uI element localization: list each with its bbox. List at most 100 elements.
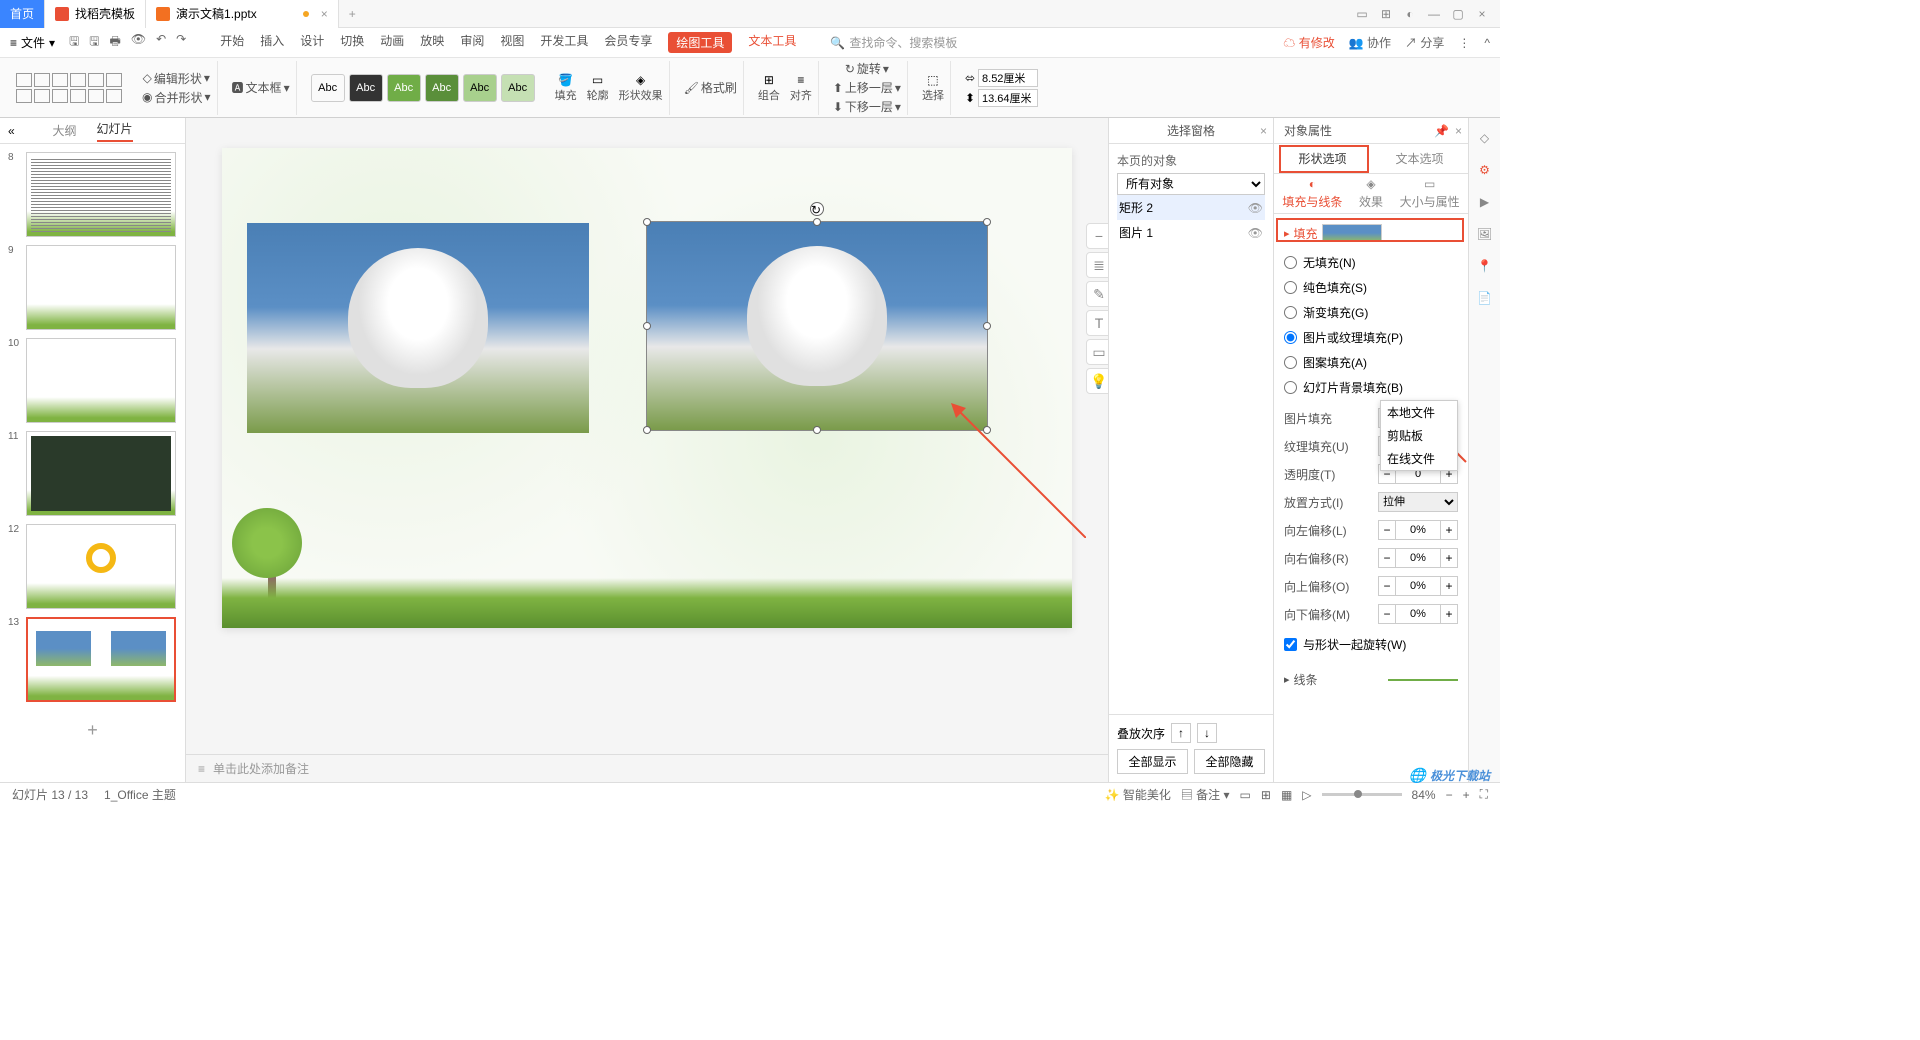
zoom-slider[interactable]: [1322, 793, 1402, 796]
thumb-10[interactable]: 10: [10, 338, 175, 423]
tab-draw-tool[interactable]: 绘图工具: [668, 32, 732, 53]
collapse-icon[interactable]: ^: [1484, 36, 1490, 50]
redo-icon[interactable]: ↷: [176, 32, 186, 53]
handle-s[interactable]: [813, 426, 821, 434]
close-icon[interactable]: ×: [321, 7, 328, 21]
radio-gradient-fill[interactable]: 渐变填充(G): [1284, 300, 1458, 325]
image-left[interactable]: [247, 223, 589, 433]
ol-input[interactable]: [1396, 520, 1440, 540]
shape-options-tab[interactable]: 形状选项: [1274, 144, 1371, 173]
notes-button[interactable]: ▤ 备注 ▾: [1181, 786, 1230, 803]
view-sorter-icon[interactable]: ⊞: [1261, 788, 1271, 802]
height-input[interactable]: [978, 89, 1038, 107]
rotate-handle[interactable]: ↻: [810, 202, 824, 216]
pin-icon[interactable]: 📌: [1434, 124, 1449, 138]
pending-changes[interactable]: ☁ 有修改: [1283, 34, 1334, 51]
more-icon[interactable]: ⋮: [1458, 36, 1470, 50]
tab-document[interactable]: 演示文稿1.pptx×: [146, 0, 339, 28]
text-options-tab[interactable]: 文本选项: [1371, 144, 1468, 173]
slide-canvas[interactable]: ↻ − ≣ ✎ T ▭ 💡: [222, 148, 1072, 628]
thumb-8[interactable]: 8: [10, 152, 175, 237]
line-section-header[interactable]: ▸ 线条: [1284, 671, 1458, 688]
layout-icon[interactable]: ▭: [1354, 6, 1370, 22]
tab-design[interactable]: 设计: [300, 32, 324, 53]
rectangle-selected[interactable]: ↻: [646, 221, 988, 431]
rotate-button[interactable]: ↻ 旋转 ▾: [845, 60, 889, 77]
tab-transition[interactable]: 切换: [340, 32, 364, 53]
tab-home[interactable]: 首页: [0, 0, 45, 28]
effect-tab[interactable]: ◈效果: [1359, 177, 1383, 210]
or-dec[interactable]: −: [1378, 548, 1396, 568]
float-layers[interactable]: ≣: [1086, 252, 1108, 278]
file-menu[interactable]: ≡ 文件 ▾: [10, 34, 55, 51]
width-input[interactable]: [978, 69, 1038, 87]
size-tab[interactable]: ▭大小与属性: [1400, 177, 1460, 210]
handle-n[interactable]: [813, 218, 821, 226]
edit-shape-button[interactable]: ◇ 编辑形状 ▾: [143, 70, 210, 87]
send-backward-button[interactable]: ⬇ 下移一层 ▾: [833, 98, 901, 115]
rside-doc-icon[interactable]: 📄: [1475, 288, 1495, 308]
collapse-panel-icon[interactable]: «: [8, 124, 15, 138]
textbox-button[interactable]: 🅰 文本框 ▾: [232, 79, 290, 96]
move-down-button[interactable]: ↓: [1197, 723, 1217, 743]
view-slideshow-icon[interactable]: ▷: [1302, 788, 1311, 802]
grid-icon[interactable]: ⊞: [1378, 6, 1394, 22]
align-icon[interactable]: ≡: [797, 73, 804, 87]
undo-icon[interactable]: ↶: [156, 32, 166, 53]
fill-section-header[interactable]: ▸ 填充: [1284, 224, 1458, 242]
thumb-9[interactable]: 9: [10, 245, 175, 330]
group-icon[interactable]: ⊞: [764, 73, 774, 87]
handle-e[interactable]: [983, 322, 991, 330]
shape-gallery[interactable]: [16, 73, 122, 103]
style-4[interactable]: Abc: [425, 74, 459, 102]
fill-line-tab[interactable]: ◐填充与线条: [1282, 177, 1342, 210]
dropdown-online[interactable]: 在线文件: [1381, 447, 1457, 470]
style-1[interactable]: Abc: [311, 74, 345, 102]
float-text[interactable]: T: [1086, 310, 1108, 336]
coop-button[interactable]: 👥 协作: [1349, 34, 1391, 51]
style-2[interactable]: Abc: [349, 74, 383, 102]
radio-no-fill[interactable]: 无填充(N): [1284, 250, 1458, 275]
radio-solid-fill[interactable]: 纯色填充(S): [1284, 275, 1458, 300]
radio-slide-bg-fill[interactable]: 幻灯片背景填充(B): [1284, 375, 1458, 400]
handle-w[interactable]: [643, 322, 651, 330]
handle-sw[interactable]: [643, 426, 651, 434]
user-icon[interactable]: ◐: [1402, 6, 1418, 22]
move-up-button[interactable]: ↑: [1171, 723, 1191, 743]
float-minus[interactable]: −: [1086, 223, 1108, 249]
rside-loc-icon[interactable]: 📍: [1475, 256, 1495, 276]
zoom-dec[interactable]: −: [1446, 788, 1453, 802]
ob-dec[interactable]: −: [1378, 604, 1396, 624]
beautify-button[interactable]: ✨ 智能美化: [1105, 786, 1171, 803]
tab-insert[interactable]: 插入: [260, 32, 284, 53]
radio-pic-texture-fill[interactable]: 图片或纹理填充(P): [1284, 325, 1458, 350]
tab-start[interactable]: 开始: [220, 32, 244, 53]
zoom-value[interactable]: 84%: [1412, 788, 1436, 802]
effect-icon[interactable]: ◈: [636, 73, 645, 87]
ob-inc[interactable]: +: [1440, 604, 1458, 624]
add-slide-button[interactable]: +: [0, 710, 185, 751]
eye-icon[interactable]: 👁: [1248, 201, 1263, 215]
style-3[interactable]: Abc: [387, 74, 421, 102]
hide-all-button[interactable]: 全部隐藏: [1194, 749, 1265, 774]
ot-inc[interactable]: +: [1440, 576, 1458, 596]
rside-pic-icon[interactable]: 🖼: [1475, 224, 1495, 244]
ob-input[interactable]: [1396, 604, 1440, 624]
fit-icon[interactable]: ⛶: [1480, 787, 1488, 802]
saveas-icon[interactable]: 🖫: [89, 32, 99, 53]
close-pane-icon[interactable]: ×: [1260, 124, 1267, 138]
placement-select[interactable]: 拉伸: [1378, 492, 1458, 512]
handle-nw[interactable]: [643, 218, 651, 226]
handle-se[interactable]: [983, 426, 991, 434]
slides-tab[interactable]: 幻灯片: [97, 120, 133, 142]
handle-ne[interactable]: [983, 218, 991, 226]
ot-dec[interactable]: −: [1378, 576, 1396, 596]
rside-anim-icon[interactable]: ▶: [1475, 192, 1495, 212]
or-inc[interactable]: +: [1440, 548, 1458, 568]
bring-forward-button[interactable]: ⬆ 上移一层 ▾: [833, 79, 901, 96]
radio-pattern-fill[interactable]: 图案填充(A): [1284, 350, 1458, 375]
view-reading-icon[interactable]: ▦: [1281, 788, 1292, 802]
preview-icon[interactable]: 👁: [131, 32, 146, 53]
tab-member[interactable]: 会员专享: [604, 32, 652, 53]
view-normal-icon[interactable]: ▭: [1240, 788, 1251, 802]
